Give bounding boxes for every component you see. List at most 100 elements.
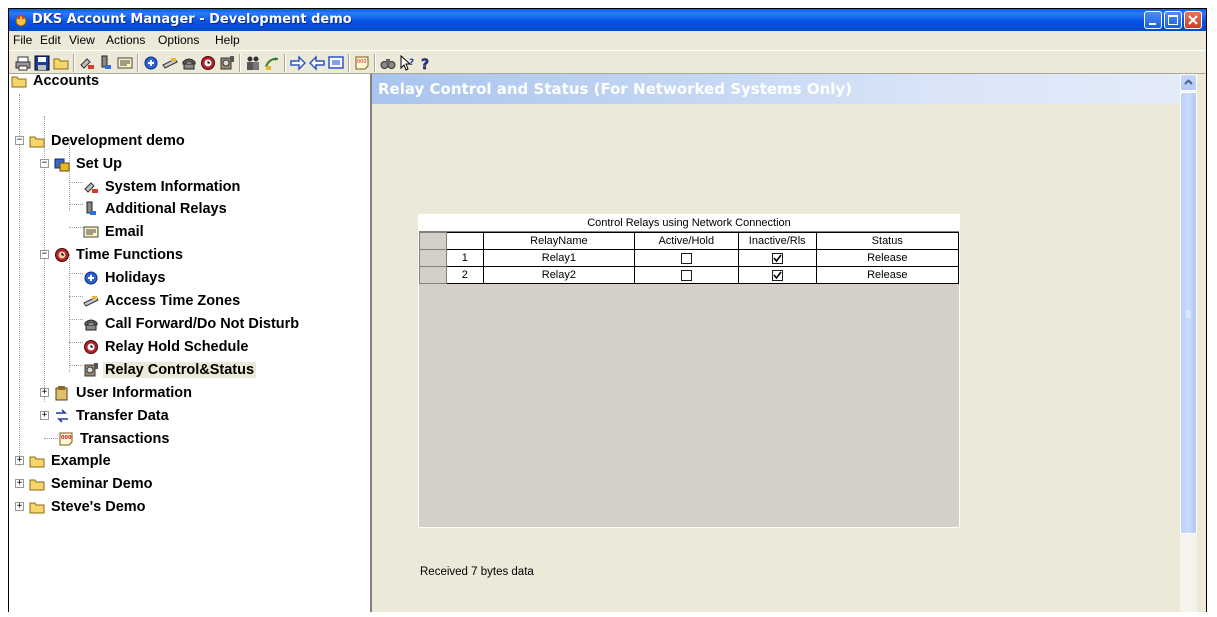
tree-node-development-demo[interactable]: Development demo	[29, 131, 187, 151]
tree-node-label: System Information	[105, 179, 241, 195]
tree-node-seminar-demo[interactable]: Seminar Demo	[29, 474, 155, 494]
grid-caption: Control Relays using Network Connection	[419, 215, 959, 232]
active-hold-checkbox[interactable]	[680, 252, 692, 264]
account-tree[interactable]: − − − + + + + + Accounts Development dem…	[9, 71, 372, 612]
tree-node-call-forward[interactable]: Call Forward/Do Not Disturb	[83, 314, 301, 334]
inactive-rls-cell	[737, 266, 817, 284]
relay-name-cell[interactable]: Relay1	[483, 249, 635, 267]
holiday-icon	[84, 271, 98, 285]
user-info-icon	[55, 386, 68, 401]
access-zone-icon[interactable]	[162, 55, 178, 71]
tree-line	[69, 319, 83, 320]
tree-node-label: Relay Hold Schedule	[105, 339, 249, 355]
schedule-icon[interactable]	[200, 55, 216, 71]
tree-node-relay-hold-schedule[interactable]: Relay Hold Schedule	[83, 337, 250, 357]
schedule-icon	[84, 340, 98, 354]
tree-node-transfer-data[interactable]: Transfer Data	[54, 406, 171, 426]
tree-node-relay-control-status[interactable]: Relay Control&Status	[83, 360, 257, 380]
question-icon[interactable]: ?	[418, 55, 434, 71]
tree-node-label: Transfer Data	[76, 408, 169, 424]
tree-expander[interactable]: +	[15, 456, 24, 465]
tree-expander[interactable]: +	[15, 479, 24, 488]
folder-icon[interactable]	[53, 55, 69, 71]
tree-node-user-information[interactable]: User Information	[54, 383, 194, 403]
tree-node-transactions[interactable]: 000 Transactions	[58, 429, 171, 449]
toolbar-separator	[73, 54, 75, 72]
close-button[interactable]	[1184, 11, 1202, 29]
scroll-thumb[interactable]	[1180, 92, 1197, 534]
table-row[interactable]: 2 Relay2 Release	[419, 266, 960, 284]
tree-node-accounts[interactable]: Accounts	[11, 71, 101, 91]
menu-view[interactable]: View	[69, 33, 95, 47]
status-cell: Release	[815, 266, 960, 284]
row-index: 1	[445, 249, 485, 267]
phone-icon[interactable]	[181, 55, 197, 71]
row-selector[interactable]	[419, 266, 447, 284]
active-hold-checkbox[interactable]	[680, 269, 692, 281]
menu-options[interactable]: Options	[158, 33, 199, 47]
tree-node-label: Steve's Demo	[51, 499, 146, 515]
grip-icon	[1186, 310, 1191, 318]
relay-name-cell[interactable]: Relay2	[483, 266, 635, 284]
inactive-rls-checkbox[interactable]	[771, 269, 783, 281]
tree-expander[interactable]: −	[40, 250, 49, 259]
tree-line	[69, 254, 70, 372]
tree-node-time-functions[interactable]: Time Functions	[54, 245, 185, 265]
monitor-icon[interactable]	[328, 55, 344, 71]
menu-help[interactable]: Help	[215, 33, 240, 47]
phone-icon	[84, 319, 98, 331]
tree-node-label: Additional Relays	[105, 201, 227, 217]
menu-file[interactable]: File	[13, 33, 32, 47]
transactions-icon[interactable]: 000	[354, 55, 370, 71]
tree-expander[interactable]: −	[40, 159, 49, 168]
relay-control-icon[interactable]	[219, 55, 235, 71]
binoculars-icon[interactable]	[380, 55, 396, 71]
menu-actions[interactable]: Actions	[106, 33, 145, 47]
printer-icon[interactable]	[15, 55, 31, 71]
system-info-icon[interactable]	[79, 55, 95, 71]
tree-node-holidays[interactable]: Holidays	[83, 268, 167, 288]
inactive-rls-checkbox[interactable]	[771, 252, 783, 264]
svg-text:?: ?	[409, 58, 414, 68]
save-icon[interactable]	[34, 55, 50, 71]
relay-grid[interactable]: Control Relays using Network Connection …	[418, 214, 960, 528]
tree-expander[interactable]: +	[15, 502, 24, 511]
table-row[interactable]: 1 Relay1 Release	[419, 249, 960, 267]
tree-node-email[interactable]: Email	[83, 222, 146, 242]
menu-edit[interactable]: Edit	[40, 33, 61, 47]
tree-node-label: Seminar Demo	[51, 476, 153, 492]
tree-expander[interactable]: +	[40, 411, 49, 420]
tree-node-system-information[interactable]: System Information	[83, 177, 242, 197]
title-bar[interactable]: DKS Account Manager - Development demo	[9, 9, 1206, 31]
arrow-right-icon[interactable]	[290, 55, 306, 71]
tree-expander[interactable]: −	[15, 136, 24, 145]
tree-line	[69, 342, 83, 343]
toolbar: 000 ? ?	[9, 50, 1206, 74]
relay-icon[interactable]	[98, 55, 114, 71]
help-pointer-icon[interactable]: ?	[399, 55, 415, 71]
arrow-left-icon[interactable]	[309, 55, 325, 71]
row-selector[interactable]	[419, 249, 447, 267]
minimize-button[interactable]	[1144, 11, 1162, 29]
tree-node-steves-demo[interactable]: Steve's Demo	[29, 497, 148, 517]
tree-node-set-up[interactable]: Set Up	[54, 154, 124, 174]
active-hold-cell	[633, 249, 739, 267]
tree-node-label: User Information	[76, 385, 193, 401]
holiday-icon[interactable]	[143, 55, 159, 71]
email-icon[interactable]	[117, 55, 133, 71]
tree-line	[69, 227, 83, 228]
tree-node-access-time-zones[interactable]: Access Time Zones	[83, 291, 242, 311]
users-icon[interactable]	[245, 55, 261, 71]
transfer-icon[interactable]	[264, 55, 280, 71]
tree-node-additional-relays[interactable]: Additional Relays	[83, 199, 229, 219]
tree-expander[interactable]: +	[40, 388, 49, 397]
column-header-relayname: RelayName	[483, 232, 635, 250]
window-title: DKS Account Manager - Development demo	[32, 12, 352, 27]
tree-node-label: Call Forward/Do Not Disturb	[105, 316, 300, 332]
maximize-button[interactable]	[1164, 11, 1182, 29]
vertical-scrollbar[interactable]	[1180, 74, 1197, 612]
email-icon	[83, 226, 99, 238]
row-index: 2	[445, 266, 485, 284]
tree-node-example[interactable]: Example	[29, 451, 113, 471]
scroll-up-button[interactable]	[1180, 74, 1197, 91]
